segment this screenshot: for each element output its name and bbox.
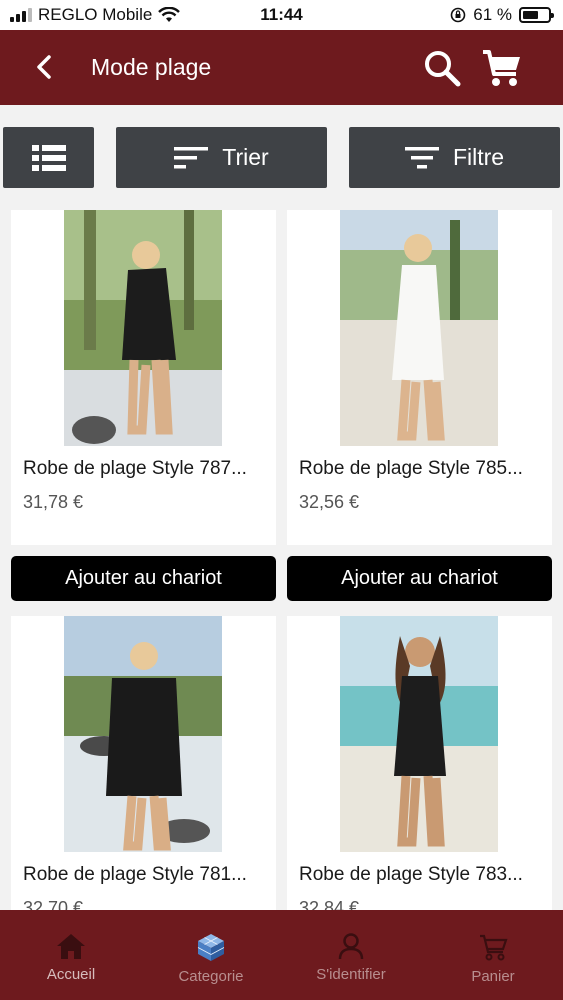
- chevron-left-icon: [37, 55, 51, 79]
- battery-percent: 61 %: [473, 5, 512, 24]
- battery-group: 61 %: [450, 5, 554, 25]
- product-image[interactable]: [64, 616, 222, 852]
- product-card[interactable]: Robe de plage Style 787... 31,78 €: [11, 210, 276, 545]
- search-button[interactable]: [422, 48, 462, 88]
- product-card[interactable]: Robe de plage Style 785... 32,56 €: [287, 210, 552, 545]
- product-name[interactable]: Robe de plage Style 787...: [23, 458, 273, 480]
- product-name[interactable]: Robe de plage Style 783...: [299, 864, 549, 886]
- cart-button[interactable]: [480, 46, 524, 90]
- nav-label: Categorie: [178, 968, 244, 985]
- nav-label: S'identifier: [316, 966, 386, 983]
- filter-button[interactable]: Filtre: [349, 127, 560, 188]
- search-icon: [425, 51, 461, 87]
- nav-label: Panier: [471, 968, 515, 985]
- sort-icon: [174, 146, 209, 168]
- back-button[interactable]: [28, 50, 62, 84]
- view-toggle-button[interactable]: [3, 127, 94, 188]
- nav-item-home[interactable]: Accueil: [1, 910, 141, 1000]
- product-card[interactable]: Robe de plage Style 783... 32,84 €: [287, 616, 552, 918]
- cube-icon: [197, 934, 225, 961]
- nav-item-cart[interactable]: Panier: [423, 910, 563, 1000]
- product-name[interactable]: Robe de plage Style 785...: [299, 458, 549, 480]
- sort-label: Trier: [222, 144, 269, 170]
- product-image[interactable]: [340, 616, 498, 852]
- orientation-lock-icon: [450, 7, 466, 23]
- nav-item-login[interactable]: S'identifier: [281, 910, 421, 1000]
- home-icon: [57, 934, 85, 959]
- add-to-cart-button[interactable]: Ajouter au chariot: [287, 556, 552, 601]
- product-card[interactable]: Robe de plage Style 781... 32,70 €: [11, 616, 276, 918]
- page-title: Mode plage: [91, 54, 212, 80]
- product-price: 31,78 €: [23, 492, 84, 512]
- status-bar: REGLO Mobile 11:44 61 %: [0, 0, 563, 30]
- sort-button[interactable]: Trier: [116, 127, 327, 188]
- cart-icon: [483, 50, 520, 86]
- battery-icon: [519, 7, 554, 23]
- filter-label: Filtre: [452, 144, 505, 170]
- filter-icon: [404, 146, 439, 168]
- cart-icon: [480, 934, 508, 961]
- user-icon: [338, 933, 364, 960]
- product-image[interactable]: [340, 210, 498, 446]
- bottom-nav: Accueil Categorie S'identifier Panier: [0, 910, 563, 1000]
- product-price: 32,56 €: [299, 492, 360, 512]
- product-name[interactable]: Robe de plage Style 781...: [23, 864, 273, 886]
- toolbar: Trier Filtre: [0, 127, 563, 189]
- product-image[interactable]: [64, 210, 222, 446]
- app-header: Mode plage: [0, 30, 563, 105]
- list-view-icon: [31, 144, 66, 171]
- add-to-cart-button[interactable]: Ajouter au chariot: [11, 556, 276, 601]
- nav-item-category[interactable]: Categorie: [141, 910, 281, 1000]
- nav-label: Accueil: [46, 966, 96, 983]
